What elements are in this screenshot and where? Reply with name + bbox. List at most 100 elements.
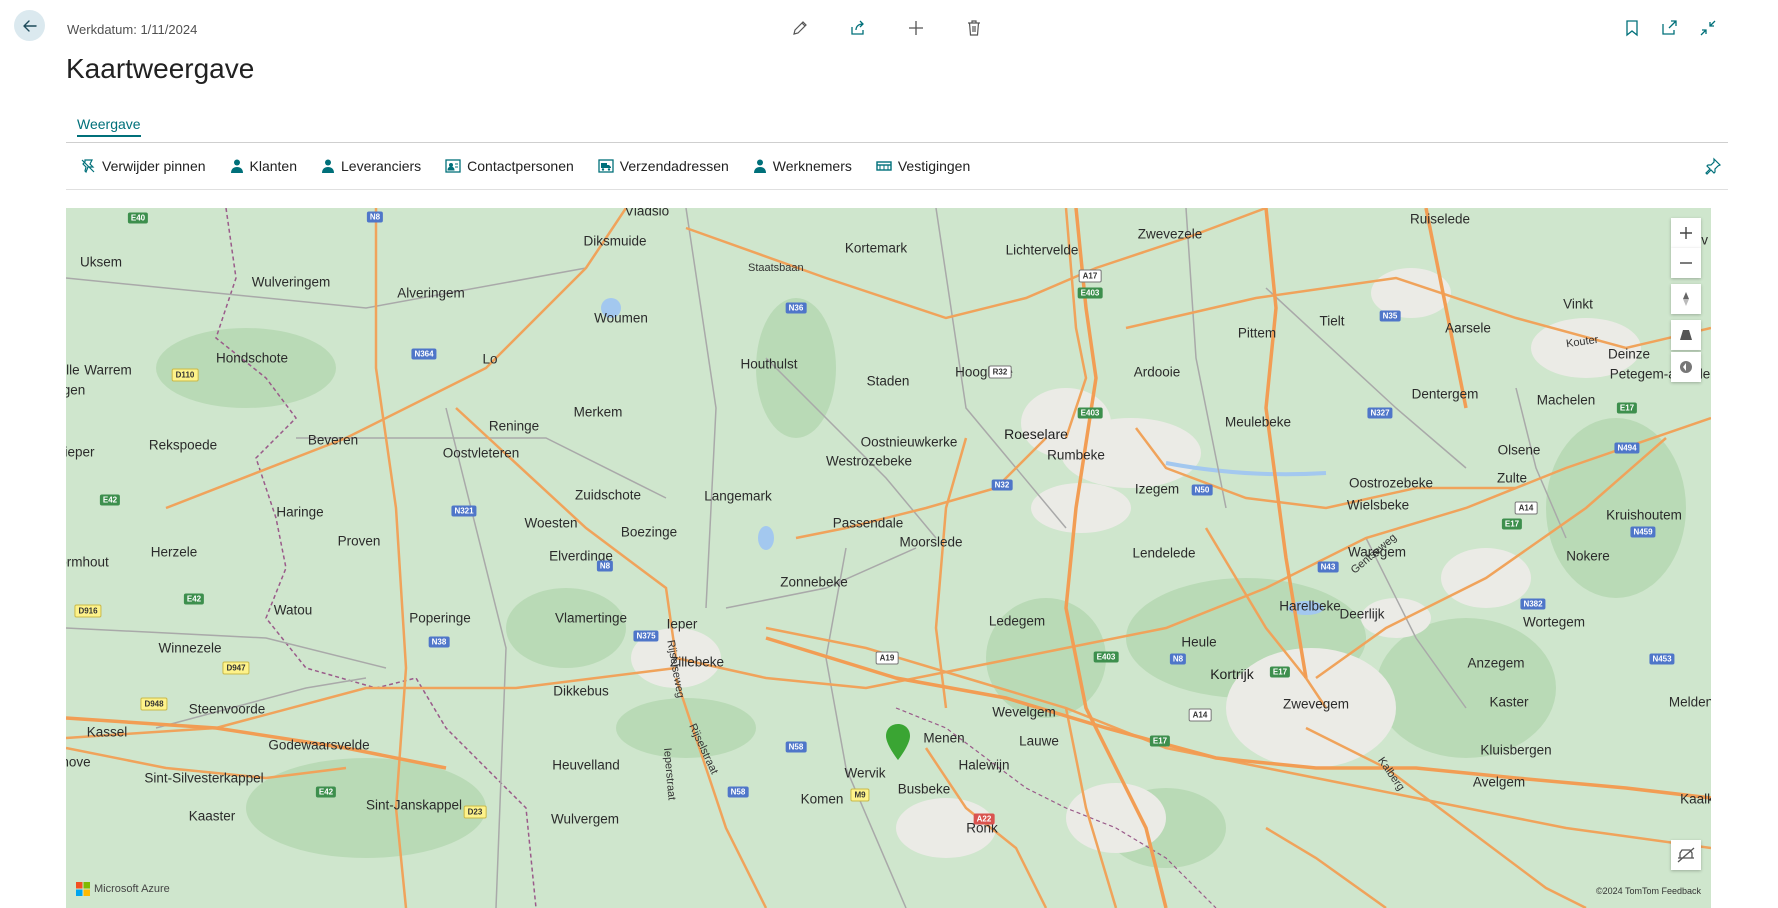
town-label: Tielt xyxy=(1319,313,1345,329)
trash-icon xyxy=(968,20,980,36)
town-label: Harelbeke xyxy=(1279,598,1341,614)
pitch-button[interactable] xyxy=(1671,320,1701,350)
road-shield: M9 xyxy=(850,788,870,802)
map-attribution: ©2024 TomTom Feedback xyxy=(1596,886,1701,896)
town-label: Houthulst xyxy=(740,356,798,372)
vendors-button[interactable]: Leveranciers xyxy=(309,143,433,189)
road-shield: N32 xyxy=(991,479,1013,491)
road-shield: E17 xyxy=(1149,735,1171,747)
road-shield: E403 xyxy=(1077,287,1103,299)
locations-label: Vestigingen xyxy=(897,158,971,174)
road-shield: A14 xyxy=(1514,501,1538,515)
contact-card-icon xyxy=(445,159,461,173)
town-label: Boezinge xyxy=(620,524,678,540)
town-label: Dikkebus xyxy=(553,683,609,699)
ship-to-addresses-label: Verzendadressen xyxy=(619,158,729,174)
town-label: Ruiselede xyxy=(1409,211,1471,227)
azure-logo: Microsoft Azure xyxy=(76,882,170,896)
compass-icon xyxy=(1683,292,1689,306)
person-icon xyxy=(230,159,243,173)
share-button[interactable] xyxy=(848,18,868,38)
town-label: Anzegem xyxy=(1467,655,1525,671)
customers-label: Klanten xyxy=(249,158,297,174)
town-label: ormhout xyxy=(66,554,109,570)
bookmark-button[interactable] xyxy=(1622,18,1642,38)
town-label: Rumbeke xyxy=(1047,447,1105,463)
road-shield: N321 xyxy=(451,505,477,517)
town-label: Wervik xyxy=(844,765,886,781)
town-label: Wielsbeke xyxy=(1346,497,1410,513)
town-label: Zonnebeke xyxy=(780,574,848,590)
town-label: Oostvleteren xyxy=(442,445,520,461)
employees-button[interactable]: Werknemers xyxy=(741,143,864,189)
town-label: Hondschote xyxy=(215,350,289,366)
zoom-in-button[interactable] xyxy=(1671,218,1701,248)
bookmark-icon xyxy=(1626,20,1638,37)
road-shield: D23 xyxy=(463,805,487,819)
customers-button[interactable]: Klanten xyxy=(218,143,309,189)
town-label: Zulte xyxy=(1496,470,1528,486)
style-picker-button[interactable] xyxy=(1671,352,1701,382)
traffic-button[interactable] xyxy=(1671,840,1701,870)
tab-weergave[interactable]: Weergave xyxy=(77,116,141,137)
town-label: Vlamertinge xyxy=(554,610,628,626)
new-button[interactable] xyxy=(906,18,926,38)
remove-pins-button[interactable]: Verwijder pinnen xyxy=(66,143,218,189)
town-label: Beveren xyxy=(307,432,359,448)
feedback-link[interactable]: Feedback xyxy=(1661,886,1701,896)
road-shield: D947 xyxy=(222,661,250,675)
back-button[interactable] xyxy=(14,10,45,41)
road-shield: D110 xyxy=(171,368,199,382)
road-shield: N382 xyxy=(1520,598,1546,610)
zoom-out-button[interactable] xyxy=(1671,248,1701,278)
map-view[interactable]: Vladslo Diksmuide Kortemark Lichtervelde… xyxy=(66,208,1711,908)
town-label: Nokere xyxy=(1566,548,1610,564)
contacts-button[interactable]: Contactpersonen xyxy=(433,143,586,189)
locations-button[interactable]: Vestigingen xyxy=(864,143,982,189)
plus-icon xyxy=(1680,227,1692,239)
town-label: Ieper xyxy=(666,616,698,632)
vendors-label: Leveranciers xyxy=(341,158,422,174)
town-label: Poperinge xyxy=(409,610,471,626)
town-label: Ardooie xyxy=(1133,364,1181,380)
delete-button[interactable] xyxy=(964,18,984,38)
map-style-icon xyxy=(1680,361,1692,373)
town-label: Heuvelland xyxy=(552,757,620,773)
town-label: Wulveringem xyxy=(251,274,331,290)
building-icon xyxy=(876,161,892,171)
town-label: Westrozebeke xyxy=(825,453,913,469)
town-label: Sint-Janskappel xyxy=(365,797,463,813)
map-base-layer xyxy=(66,208,1711,908)
road-shield: D916 xyxy=(74,604,102,618)
action-bar: Verwijder pinnen Klanten Leveranciers Co… xyxy=(66,143,1728,190)
town-label: Vinkt xyxy=(1563,296,1593,312)
map-pin-marker[interactable] xyxy=(885,724,911,765)
pin-action-bar-button[interactable] xyxy=(1704,157,1722,175)
road-shield: N375 xyxy=(633,630,659,642)
road-shield: N453 xyxy=(1649,653,1675,665)
ship-to-addresses-button[interactable]: Verzendadressen xyxy=(586,143,741,189)
town-label: Wortegem xyxy=(1522,614,1586,630)
town-label: Meulebeke xyxy=(1224,414,1292,430)
attribution-text: ©2024 TomTom xyxy=(1595,886,1659,896)
person-icon xyxy=(753,159,766,173)
town-label: Lo xyxy=(482,351,498,367)
edit-button[interactable] xyxy=(790,18,810,38)
town-label: Kluisbergen xyxy=(1480,742,1552,758)
town-label: Wevelgem xyxy=(992,704,1056,720)
town-label: Proven xyxy=(337,533,381,549)
minus-icon xyxy=(1680,262,1692,264)
road-shield: N8 xyxy=(596,560,614,572)
road-shield: N8 xyxy=(366,211,384,223)
page-toolbar xyxy=(1622,18,1718,38)
town-label: Warrem xyxy=(84,362,132,378)
open-new-window-button[interactable] xyxy=(1660,18,1680,38)
road-shield: E42 xyxy=(99,494,121,506)
collapse-button[interactable] xyxy=(1698,18,1718,38)
town-label: Diksmuide xyxy=(583,233,647,249)
compass-button[interactable] xyxy=(1671,284,1701,314)
town-label: Kortrijk xyxy=(1210,666,1254,682)
town-label: Staden xyxy=(866,373,910,389)
road-shield: N38 xyxy=(428,636,450,648)
town-label: Machelen xyxy=(1536,392,1596,408)
